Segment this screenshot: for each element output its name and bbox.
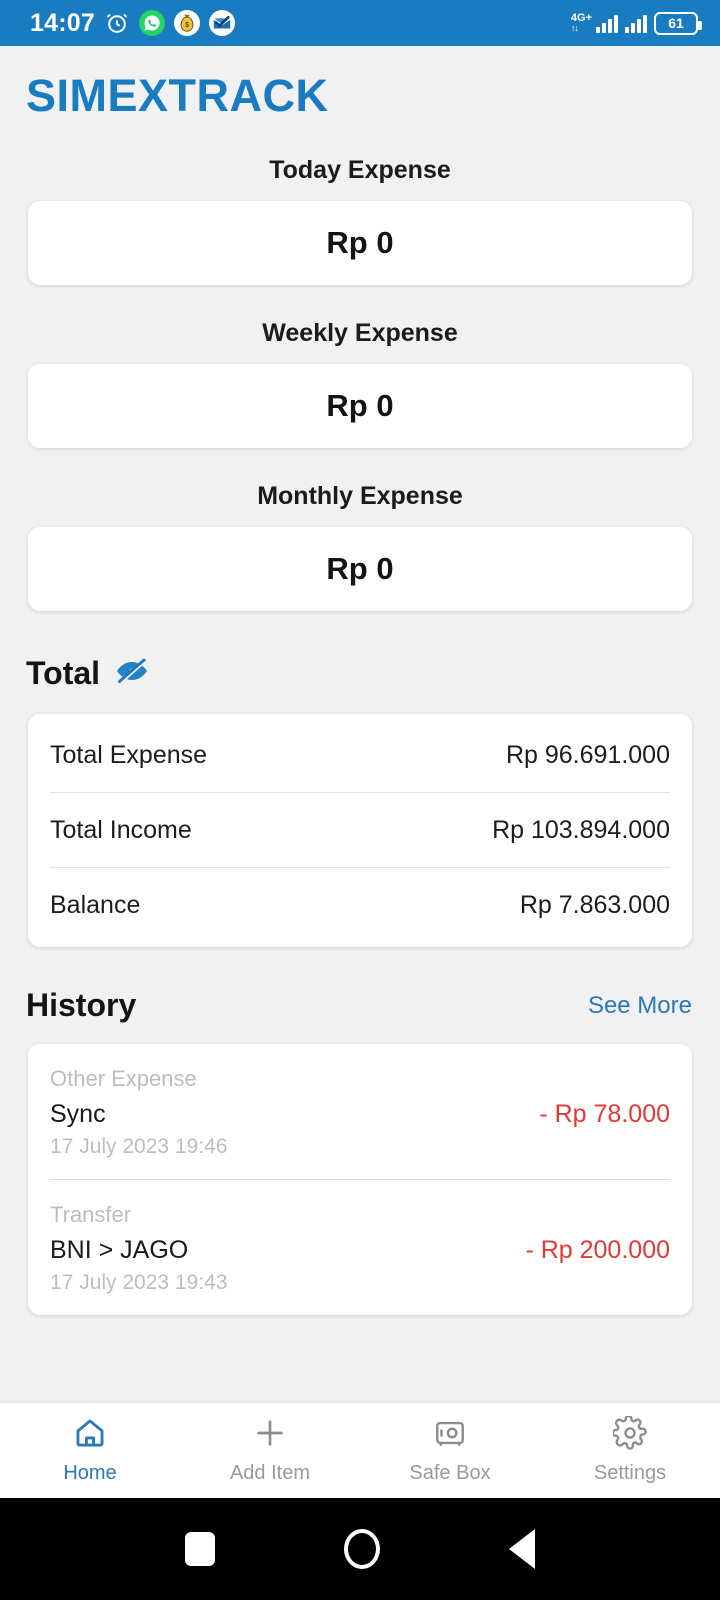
back-triangle-icon[interactable] — [509, 1529, 536, 1569]
status-bar-right: 4G+ ↑↓ 61 — [571, 11, 702, 35]
recents-square-icon[interactable] — [184, 1532, 215, 1566]
see-more-link[interactable]: See More — [588, 992, 692, 1020]
app-title: SIMEXTRACK — [26, 70, 329, 121]
history-item-date: 17 July 2023 19:46 — [50, 1135, 228, 1158]
balance-value: Rp 7.863.000 — [519, 891, 670, 919]
today-expense-value: Rp 0 — [326, 225, 394, 260]
total-income-value: Rp 103.894.000 — [492, 815, 670, 844]
gear-icon — [611, 1414, 647, 1455]
total-heading: Total — [26, 655, 101, 691]
history-item[interactable]: Transfer BNI > JAGO - Rp 200.000 17 July… — [50, 1180, 670, 1315]
balance-row: Balance Rp 7.863.000 — [50, 868, 670, 943]
app-screen: 14:07 $ 4G+ ↑↓ 61 SIMEXTRACK Today Expen… — [0, 0, 720, 1600]
tab-home-label: Home — [63, 1462, 117, 1484]
signal-bars-sim1-icon — [596, 13, 618, 33]
history-item-title: BNI > JAGO — [50, 1236, 189, 1264]
history-item-main: BNI > JAGO - Rp 200.000 — [50, 1236, 670, 1265]
history-item-date: 17 July 2023 19:43 — [50, 1271, 228, 1294]
today-expense-label: Today Expense — [269, 156, 451, 184]
tab-settings-label: Settings — [593, 1462, 667, 1484]
total-card: Total Expense Rp 96.691.000 Total Income… — [28, 714, 692, 947]
battery-percent-label: 61 — [668, 15, 684, 31]
history-item-amount: - Rp 78.000 — [539, 1100, 670, 1128]
alarm-icon — [104, 10, 130, 36]
history-item-title: Sync — [50, 1100, 106, 1128]
network-type-indicator: 4G+ ↑↓ — [571, 13, 592, 33]
monthly-expense-card[interactable]: Rp 0 — [28, 527, 692, 611]
whatsapp-icon — [138, 10, 165, 36]
tab-safe-box[interactable]: Safe Box — [360, 1416, 540, 1485]
home-icon — [73, 1416, 107, 1455]
safe-box-icon — [433, 1416, 467, 1455]
today-expense-card[interactable]: Rp 0 — [28, 201, 692, 285]
history-item-main: Sync - Rp 78.000 — [50, 1100, 670, 1129]
history-item-category: Transfer — [50, 1202, 132, 1227]
bottom-tab-bar: Home Add Item Safe Box Settings — [0, 1402, 720, 1498]
status-bar-clock: 14:07 — [30, 8, 95, 37]
monthly-expense-label: Monthly Expense — [257, 482, 463, 510]
data-arrows-icon: ↑↓ — [570, 23, 579, 33]
total-income-row: Total Income Rp 103.894.000 — [50, 793, 670, 868]
money-bag-app-icon: $ — [173, 10, 200, 36]
scroll-content[interactable]: SIMEXTRACK Today Expense Rp 0 Weekly Exp… — [0, 46, 720, 1402]
total-section-header: Total — [26, 655, 720, 692]
history-item[interactable]: Other Expense Sync - Rp 78.000 17 July 2… — [50, 1044, 670, 1180]
total-expense-label: Total Expense — [50, 740, 208, 769]
history-section-header: History See More — [26, 987, 692, 1024]
status-bar: 14:07 $ 4G+ ↑↓ 61 — [0, 0, 720, 46]
total-income-label: Total Income — [50, 815, 192, 844]
plus-icon — [253, 1416, 287, 1455]
eye-off-icon[interactable] — [114, 656, 150, 691]
svg-text:$: $ — [185, 22, 189, 29]
weekly-expense-label: Weekly Expense — [262, 319, 458, 347]
history-item-category: Other Expense — [50, 1066, 197, 1091]
tab-add-item[interactable]: Add Item — [180, 1416, 360, 1485]
total-expense-value: Rp 96.691.000 — [505, 740, 670, 769]
history-item-amount: - Rp 200.000 — [525, 1236, 670, 1264]
tab-add-item-label: Add Item — [229, 1462, 311, 1484]
mail-check-app-icon — [208, 10, 235, 36]
signal-bars-sim2-icon — [625, 13, 647, 33]
total-expense-row: Total Expense Rp 96.691.000 — [50, 718, 670, 793]
home-circle-icon[interactable] — [343, 1529, 380, 1569]
tab-home[interactable]: Home — [0, 1416, 180, 1485]
weekly-expense-value: Rp 0 — [326, 388, 394, 423]
history-heading: History — [26, 987, 137, 1023]
monthly-expense-value: Rp 0 — [326, 551, 394, 586]
weekly-expense-card[interactable]: Rp 0 — [28, 364, 692, 448]
status-bar-left: 14:07 $ — [30, 9, 235, 38]
tab-settings[interactable]: Settings — [540, 1414, 720, 1485]
android-navigation-bar — [0, 1498, 720, 1600]
tab-safe-box-label: Safe Box — [409, 1462, 491, 1484]
battery-icon: 61 — [654, 11, 702, 35]
balance-label: Balance — [50, 891, 141, 919]
history-card: Other Expense Sync - Rp 78.000 17 July 2… — [28, 1044, 692, 1315]
